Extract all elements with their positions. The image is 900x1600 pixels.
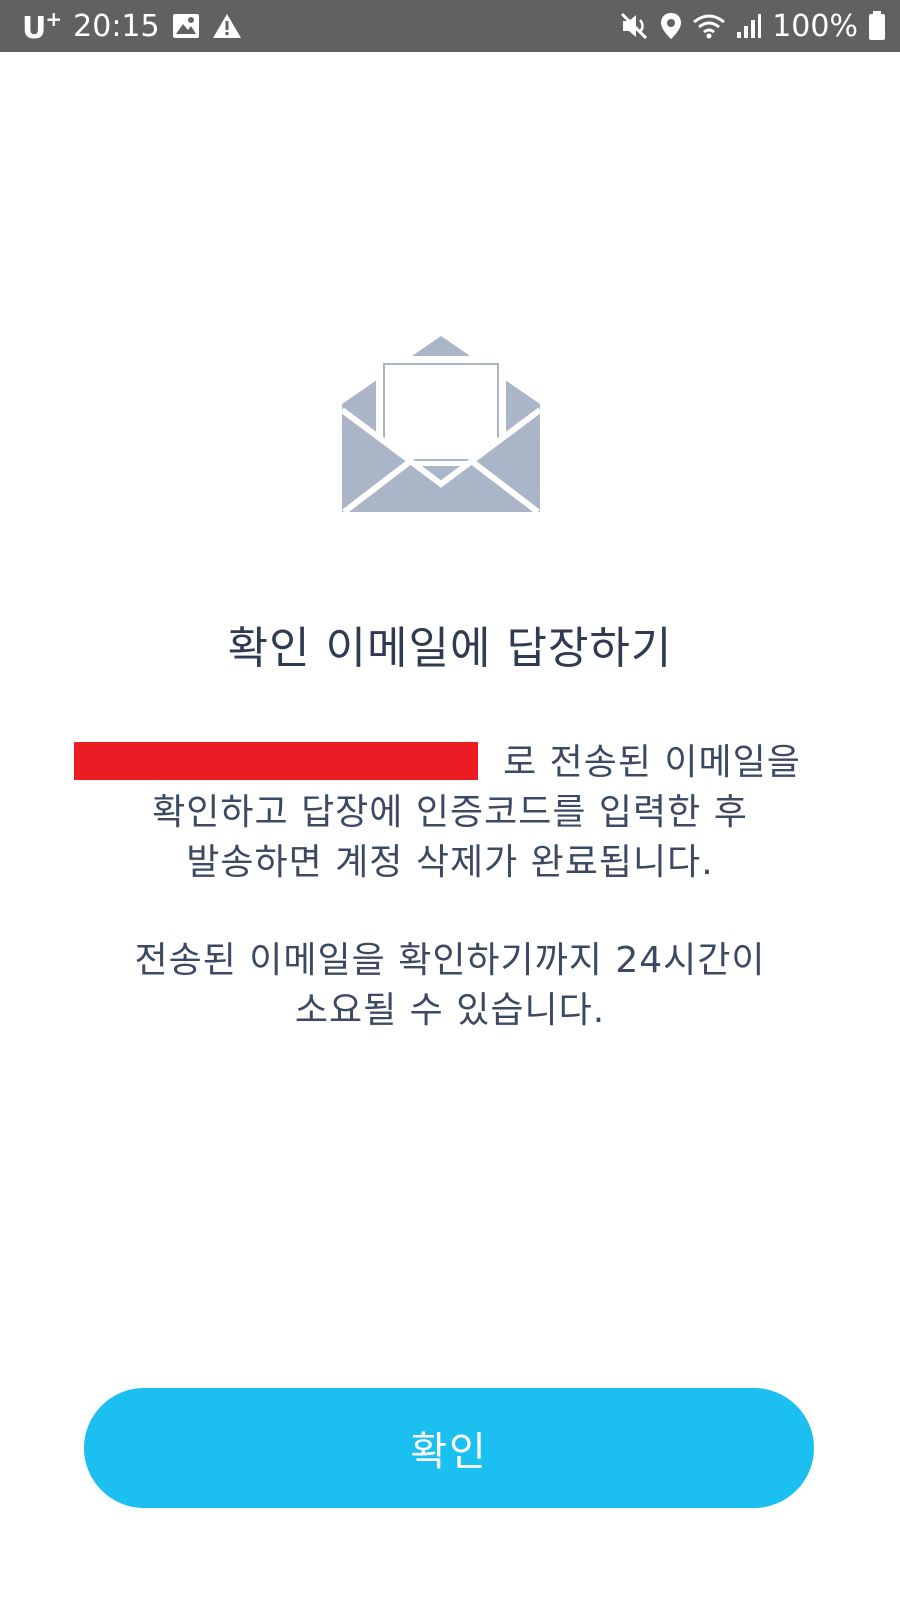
wifi-icon	[692, 12, 726, 40]
signal-icon	[736, 12, 762, 40]
status-bar: U+ 20:15 100%	[0, 0, 900, 52]
warning-icon	[212, 13, 242, 39]
gallery-icon	[172, 13, 200, 39]
note-line-2: 소요될 수 있습니다.	[294, 990, 606, 1031]
battery-percent: 100%	[772, 8, 858, 44]
note-line-1: 전송된 이메일을 확인하기까지 24시간이	[134, 940, 766, 981]
desc-line-3: 발송하면 계정 삭제가 완료됩니다.	[186, 842, 714, 883]
status-bar-left: U+ 20:15	[22, 0, 242, 52]
redacted-email	[74, 742, 478, 780]
mute-icon	[620, 12, 650, 40]
page-title: 확인 이메일에 답장하기	[227, 623, 673, 674]
status-bar-right: 100%	[620, 0, 886, 52]
open-envelope-icon	[340, 332, 542, 516]
description: 로 전송된 이메일을 확인하고 답장에 인증코드를 입력한 후 발송하면 계정 …	[60, 738, 840, 1036]
clock: 20:15	[73, 8, 160, 44]
location-icon	[660, 12, 682, 40]
confirm-button[interactable]: 확인	[84, 1388, 814, 1508]
battery-icon	[868, 11, 886, 41]
carrier-label: U+	[22, 6, 62, 46]
desc-line-2: 확인하고 답장에 인증코드를 입력한 후	[152, 792, 748, 833]
